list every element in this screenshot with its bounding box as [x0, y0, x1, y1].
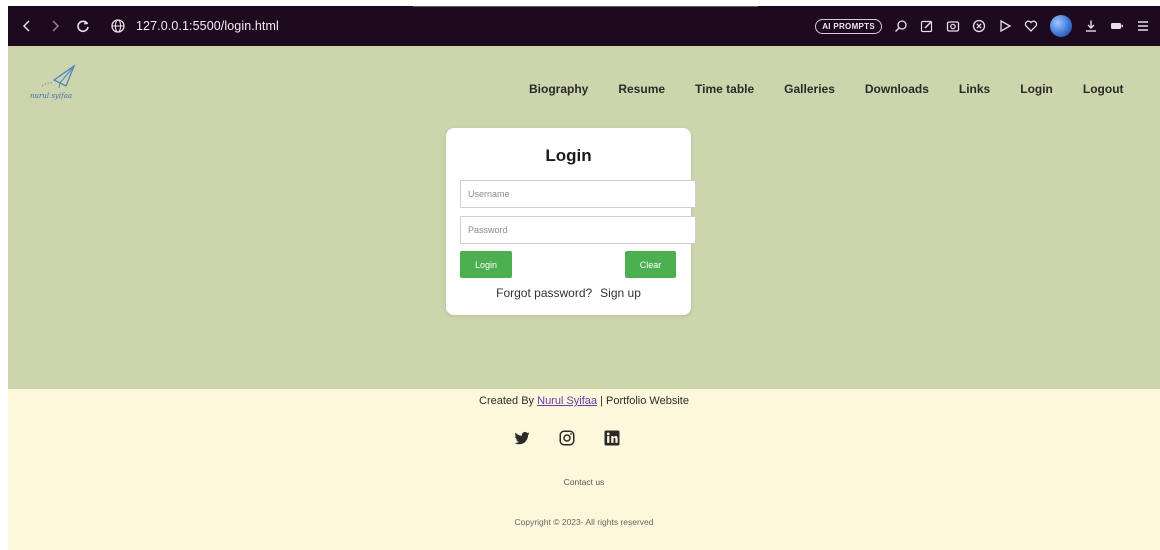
battery-icon	[1111, 23, 1123, 29]
password-input[interactable]	[460, 216, 696, 244]
screenshot-tool-button[interactable]	[946, 19, 960, 33]
camera-icon	[946, 21, 960, 32]
ai-prompts-button[interactable]: AI PROMPTS	[815, 18, 882, 34]
site-logo[interactable]: nurul syifaa	[30, 64, 86, 110]
browser-toolbar: 127.0.0.1:5500/login.html AI PROMPTS	[8, 6, 1160, 46]
search-icon	[895, 20, 907, 32]
main-nav: Biography Resume Time table Galleries Do…	[529, 82, 1124, 96]
logo-text: nurul syifaa	[30, 92, 73, 100]
toolbar-actions: AI PROMPTS	[815, 15, 1150, 37]
favorite-button[interactable]	[1024, 19, 1038, 33]
nav-downloads[interactable]: Downloads	[865, 82, 929, 96]
author-link[interactable]: Nurul Syifaa	[537, 395, 597, 407]
nav-time-table[interactable]: Time table	[695, 82, 754, 96]
profile-avatar[interactable]	[1050, 15, 1072, 37]
heart-icon	[1024, 20, 1038, 32]
credit-prefix: Created By	[479, 395, 538, 407]
back-button[interactable]	[16, 15, 38, 37]
twitter-icon	[514, 431, 530, 445]
address-bar-url[interactable]: 127.0.0.1:5500/login.html	[136, 19, 279, 33]
battery-saver-button[interactable]	[1110, 19, 1124, 33]
clear-button[interactable]: Clear	[625, 251, 676, 278]
forward-button[interactable]	[44, 15, 66, 37]
close-circle-icon	[972, 19, 986, 33]
auth-links: Forgot password? Sign up	[446, 286, 691, 300]
copyright-text: Copyright © 2023- All rights reserved	[514, 517, 654, 527]
paper-plane-icon	[41, 64, 76, 89]
nav-links[interactable]: Links	[959, 82, 990, 96]
login-button[interactable]: Login	[460, 251, 512, 278]
forgot-password-link[interactable]: Forgot password?	[496, 286, 592, 300]
search-tool-button[interactable]	[894, 19, 908, 33]
download-icon	[1086, 20, 1096, 32]
twitter-link[interactable]	[513, 429, 531, 447]
footer: Created By Nurul Syifaa | Portfolio Webs…	[8, 389, 1160, 550]
web-page: nurul syifaa Biography Resume Time table…	[8, 46, 1160, 550]
sign-up-link[interactable]: Sign up	[600, 286, 641, 300]
window-edge	[0, 0, 8, 550]
login-title: Login	[545, 146, 592, 165]
block-tool-button[interactable]	[972, 19, 986, 33]
menu-button[interactable]	[1136, 19, 1150, 33]
nav-logout[interactable]: Logout	[1083, 82, 1124, 96]
play-icon	[1000, 19, 1012, 33]
globe-icon[interactable]	[110, 18, 126, 34]
nav-biography[interactable]: Biography	[529, 82, 588, 96]
header-section: nurul syifaa Biography Resume Time table…	[8, 46, 1160, 389]
tab-indicator-line	[413, 6, 758, 7]
chevron-right-icon	[52, 20, 60, 32]
download-button[interactable]	[1084, 19, 1098, 33]
reload-button[interactable]	[72, 15, 94, 37]
social-links	[513, 429, 621, 447]
credit-suffix: | Portfolio Website	[597, 395, 689, 407]
instagram-icon	[559, 430, 575, 446]
chevron-left-icon	[22, 20, 30, 32]
footer-credit: Created By Nurul Syifaa | Portfolio Webs…	[8, 395, 1160, 407]
nav-galleries[interactable]: Galleries	[784, 82, 835, 96]
edit-icon	[920, 20, 933, 33]
contact-us-link[interactable]: Contact us	[8, 477, 1160, 487]
nav-login[interactable]: Login	[1020, 82, 1053, 96]
login-card: Login Login Clear Forgot password? Sign u…	[446, 128, 696, 315]
linkedin-link[interactable]	[603, 429, 621, 447]
menu-icon	[1138, 21, 1148, 31]
instagram-link[interactable]	[558, 429, 576, 447]
username-input[interactable]	[460, 180, 696, 208]
linkedin-icon	[604, 430, 620, 446]
edit-tool-button[interactable]	[920, 19, 934, 33]
nav-resume[interactable]: Resume	[618, 82, 665, 96]
send-tool-button[interactable]	[998, 19, 1012, 33]
reload-icon	[77, 20, 89, 33]
